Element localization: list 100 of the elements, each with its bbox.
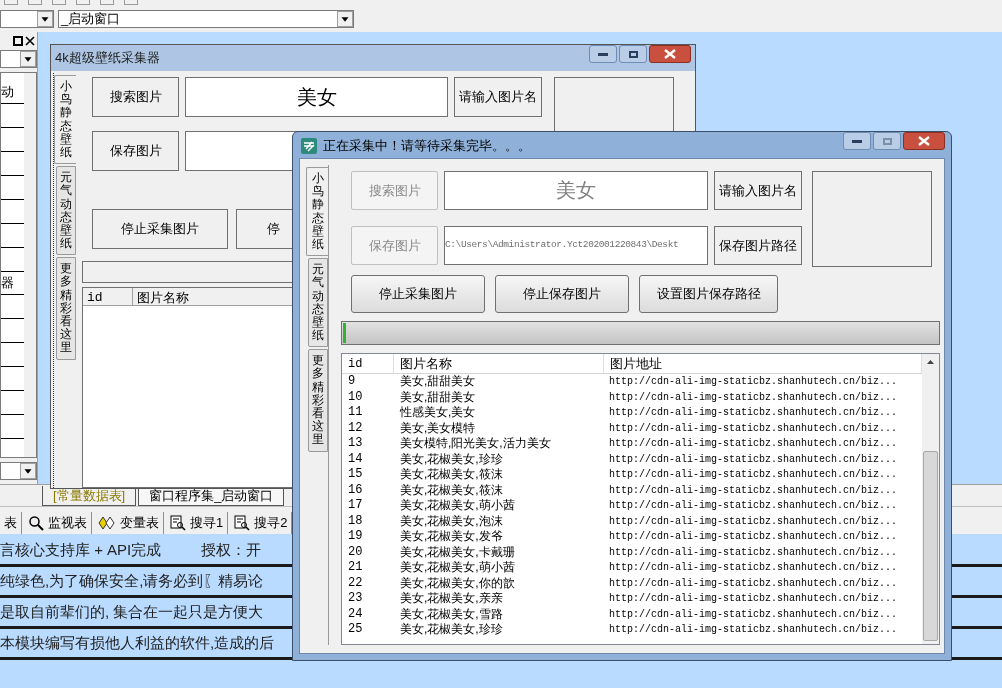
url-cell-text: http://cdn-ali-img-staticbz.shanhutech.cn/biz...	[608, 406, 898, 420]
scrollbar[interactable]	[24, 73, 36, 457]
close-button[interactable]	[649, 45, 691, 63]
side-tab[interactable]: 元气动态壁纸	[308, 258, 328, 348]
output-line: 本模块编写有损他人利益的软件,造成的后	[0, 632, 275, 653]
name-cell-text: 美女,花椒美女,萌小茜	[399, 498, 516, 514]
url-cell-text: http://cdn-ali-img-staticbz.shanhutech.cn/biz...	[608, 437, 898, 451]
close-icon	[918, 136, 930, 146]
side-tab[interactable]: 更多精彩看这里	[56, 257, 76, 360]
minimize-button[interactable]	[843, 132, 871, 150]
name-cell-text: 美女模特,阳光美女,活力美女	[399, 436, 552, 452]
maximize-button[interactable]	[619, 45, 647, 63]
id-cell-text: 20	[347, 544, 364, 560]
close-icon[interactable]	[25, 36, 35, 46]
search-icon	[28, 514, 44, 531]
id-cell-text: 16	[347, 482, 364, 498]
output-line: 授权：开	[201, 539, 262, 560]
panel-tab[interactable]: 表	[0, 511, 22, 534]
side-tab[interactable]: 小鸟静态壁纸	[54, 75, 76, 165]
path-button[interactable]: 保存图片路径	[714, 226, 802, 265]
url-cell-text: http://cdn-ali-img-staticbz.shanhutech.cn/biz...	[608, 375, 898, 389]
url-cell-text: http://cdn-ali-img-staticbz.shanhutech.cn/biz...	[608, 390, 898, 405]
name-cell-text: 性感美女,美女	[399, 405, 477, 421]
scrollbar[interactable]	[922, 354, 939, 644]
save-button[interactable]: 保存图片	[92, 131, 179, 171]
url-cell-text: http://cdn-ali-img-staticbz.shanhutech.cn/biz...	[608, 483, 898, 498]
id-cell-text: 12	[347, 420, 364, 436]
url-cell-text: http://cdn-ali-img-staticbz.shanhutech.cn/biz...	[608, 530, 898, 544]
output-line: 纯绿色,为了确保安全,请务必到〖精易论	[0, 570, 264, 591]
find-icon	[170, 514, 186, 531]
name-cell-text: 美女,花椒美女,萌小茜	[399, 560, 516, 576]
maximize-icon[interactable]	[13, 36, 23, 46]
name-cell-text: 美女,花椒美女,雪路	[399, 606, 504, 622]
action-button[interactable]: 设置图片保存路径	[639, 275, 778, 313]
close-button[interactable]	[903, 132, 945, 150]
scroll-thumb[interactable]	[923, 451, 938, 641]
object-combo[interactable]	[0, 462, 37, 480]
column-header[interactable]: id	[342, 354, 394, 373]
name-cell-text: 美女,花椒美女,你的歆	[399, 575, 516, 591]
panel-tab[interactable]: 搜寻1	[166, 511, 229, 534]
id-cell-text: 21	[347, 560, 364, 576]
form-combo[interactable]: _启动窗口	[58, 10, 354, 28]
column-header[interactable]: id	[83, 288, 133, 305]
url-cell-text: http://cdn-ali-img-staticbz.shanhutech.cn/biz...	[608, 607, 898, 622]
id-cell-text: 17	[347, 498, 364, 514]
window-title: 4k超级壁纸采集器	[55, 49, 160, 68]
name-cell-text: 美女,花椒美女,筱沫	[399, 467, 504, 483]
url-cell-text: http://cdn-ali-img-staticbz.shanhutech.cn/biz...	[608, 592, 898, 606]
url-cell-text: http://cdn-ali-img-staticbz.shanhutech.cn/biz...	[608, 623, 898, 637]
id-cell-text: 10	[347, 389, 364, 405]
url-cell-text: http://cdn-ali-img-staticbz.shanhutech.cn/biz...	[608, 421, 898, 436]
id-cell-text: 9	[347, 374, 357, 390]
action-button[interactable]: 停止采集图片	[351, 275, 485, 313]
name-cell-text: 美女,甜甜美女	[399, 389, 477, 405]
name-cell-text: 美女,花椒美女,发爷	[399, 529, 504, 545]
id-cell-text: 18	[347, 513, 364, 529]
id-cell-text: 22	[347, 575, 364, 591]
id-cell-text: 11	[347, 405, 364, 421]
url-cell-text: http://cdn-ali-img-staticbz.shanhutech.cn/biz...	[608, 545, 898, 560]
name-cell-text: 美女,花椒美女,卡戴珊	[399, 544, 516, 560]
id-cell-text: 23	[347, 591, 364, 607]
id-cell-text: 14	[347, 451, 364, 467]
id-cell-text: 25	[347, 622, 364, 638]
app-icon	[301, 137, 317, 154]
close-icon	[664, 49, 676, 59]
object-combo[interactable]	[0, 50, 37, 68]
side-tab[interactable]: 小鸟静态壁纸	[306, 167, 328, 257]
action-button[interactable]: 停止保存图片	[495, 275, 629, 313]
name-cell-text: 美女,花椒美女,亲亲	[399, 591, 504, 607]
name-button[interactable]: 请输入图片名	[454, 77, 542, 117]
stop-collect-button[interactable]: 停止采集图片	[92, 209, 228, 249]
url-cell-text: http://cdn-ali-img-staticbz.shanhutech.cn/biz...	[608, 499, 898, 513]
name-cell-text: 美女,甜甜美女	[399, 374, 477, 390]
search-button[interactable]: 搜索图片	[92, 77, 179, 117]
id-cell-text: 19	[347, 529, 364, 545]
name-cell-text: 美女,美女模特	[399, 420, 477, 436]
keyword-field[interactable]: 美女	[185, 77, 448, 117]
name-cell-text: 美女,花椒美女,珍珍	[399, 451, 504, 467]
id-cell-text: 13	[347, 436, 364, 452]
window-title: 正在采集中！请等待采集完毕。。。	[323, 137, 531, 155]
url-cell-text: http://cdn-ali-img-staticbz.shanhutech.cn/biz...	[608, 576, 898, 591]
name-button[interactable]: 请输入图片名	[714, 171, 802, 210]
find-icon	[234, 514, 251, 531]
url-cell-text: http://cdn-ali-img-staticbz.shanhutech.cn/biz...	[608, 514, 898, 529]
output-line: 是取自前辈们的, 集合在一起只是方便大	[0, 601, 264, 622]
url-cell-text: http://cdn-ali-img-staticbz.shanhutech.cn/biz...	[608, 468, 898, 482]
url-cell-text: http://cdn-ali-img-staticbz.shanhutech.cn/biz...	[608, 561, 898, 575]
column-header[interactable]: 图片名称	[394, 354, 604, 373]
panel-tab[interactable]: 监视表	[24, 511, 92, 534]
panel-tab[interactable]: 变量表	[94, 511, 164, 534]
minimize-button[interactable]	[589, 45, 617, 63]
side-tab[interactable]: 更多精彩看这里	[308, 349, 328, 452]
side-tab[interactable]: 元气动态壁纸	[56, 166, 76, 256]
id-cell-text: 24	[347, 606, 364, 622]
output-line: 言核心支持库 + API完成	[0, 539, 162, 560]
diamonds-icon	[98, 515, 116, 530]
url-cell-text: http://cdn-ali-img-staticbz.shanhutech.cn/biz...	[608, 452, 898, 467]
name-cell-text: 美女,花椒美女,筱沫	[399, 482, 504, 498]
id-cell-text: 15	[347, 467, 364, 483]
name-cell-text: 美女,花椒美女,泡沫	[399, 513, 504, 529]
